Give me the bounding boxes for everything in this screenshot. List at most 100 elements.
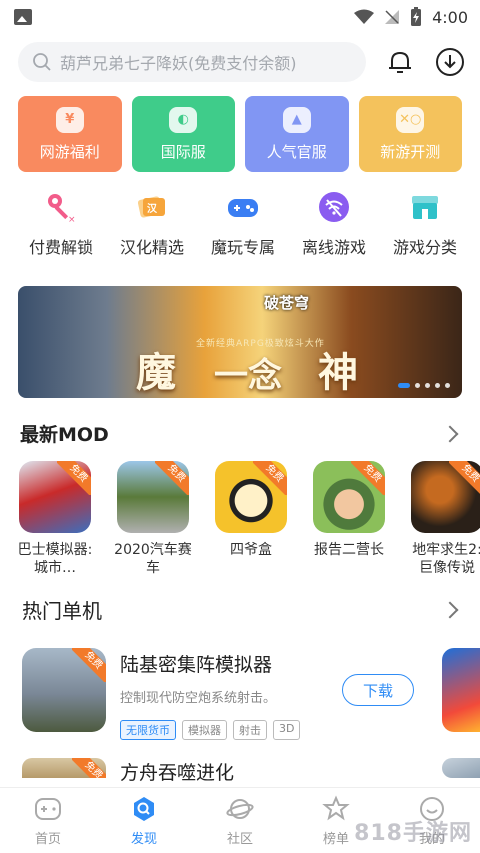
search-input[interactable]: 葫芦兄弟七子降妖(免费支付余额) — [18, 42, 366, 82]
tag: 3D — [273, 720, 301, 740]
tile-label: 网游福利 — [39, 142, 100, 161]
section-title: 热门单机 — [22, 599, 102, 623]
search-placeholder: 葫芦兄弟七子降妖(免费支付余额) — [60, 54, 297, 73]
pagination-dot — [425, 383, 430, 388]
mod-name: 巴士模拟器:城市… — [17, 542, 93, 576]
nav-discover[interactable]: 发现 — [104, 794, 184, 847]
fire-icon: ▲ — [282, 106, 311, 133]
banner-char-1: 魔 — [136, 349, 176, 396]
nav-label: 发现 — [130, 832, 157, 847]
mod-item[interactable]: 免费 地牢求生2:巨像传说 — [410, 461, 480, 577]
promo-banner[interactable]: 破苍穹 全新经典ARPG极致炫斗大作 魔 一念 神 — [18, 286, 462, 398]
pagination-dot — [398, 383, 410, 388]
mod-name: 地牢求生2:巨像传说 — [412, 542, 480, 576]
section-header-hot-single[interactable]: 热门单机 — [0, 595, 480, 624]
game-icon: 免费 — [22, 758, 106, 778]
svg-text:×: × — [68, 215, 76, 224]
ranking-icon — [321, 794, 351, 824]
search-icon — [33, 53, 51, 71]
tag: 无限货币 — [120, 720, 176, 740]
status-bar: 4:00 — [0, 0, 480, 34]
category-chinese-select[interactable]: 汉 汉化精选 — [111, 190, 193, 258]
battery-charging-icon — [411, 7, 422, 26]
section-title: 最新MOD — [20, 424, 109, 446]
wifi-icon — [354, 9, 375, 24]
category-label: 付费解锁 — [28, 238, 93, 257]
free-badge: 免费 — [351, 461, 385, 495]
svg-text:汉: 汉 — [147, 202, 158, 215]
tag: 射击 — [233, 720, 267, 740]
category-label: 魔玩专属 — [210, 238, 275, 257]
category-game-categories[interactable]: 游戏分类 — [384, 190, 466, 258]
tile-label: 人气官服 — [266, 142, 327, 161]
bell-icon[interactable] — [384, 46, 416, 78]
category-row: × 付费解锁 汉 汉化精选 魔玩专属 离线游戏 游戏分类 — [0, 172, 480, 258]
mod-item[interactable]: 免费 报告二营长 — [312, 461, 386, 577]
nav-community[interactable]: 社区 — [200, 794, 280, 847]
mod-item[interactable]: 免费 2020汽车赛车 — [114, 461, 192, 577]
top-bar: 葫芦兄弟七子降妖(免费支付余额) — [0, 34, 480, 84]
app-title: 陆基密集阵模拟器 — [120, 654, 273, 676]
game-icon: 免费 — [117, 461, 189, 533]
controller-icon — [226, 190, 260, 224]
pagination-dot — [435, 383, 440, 388]
free-badge: 免费 — [253, 461, 287, 495]
nav-home[interactable]: 首页 — [8, 794, 88, 847]
free-badge: 免费 — [449, 461, 480, 495]
free-badge: 免费 — [57, 461, 91, 495]
tile-new-games[interactable]: ✕○ 新游开测 — [358, 96, 462, 172]
image-icon — [14, 9, 32, 25]
free-badge: 免费 — [72, 758, 106, 778]
mod-list: 免费 巴士模拟器:城市… 免费 2020汽车赛车 免费 四爷盒 免费 报告二营长… — [0, 447, 480, 577]
bottom-navigation: 首页 发现 社区 榜单 我的 818手游网 — [0, 787, 480, 853]
planet-icon — [225, 794, 255, 824]
nav-label: 首页 — [34, 832, 61, 847]
category-paid-unlock[interactable]: × 付费解锁 — [20, 190, 102, 258]
category-label: 离线游戏 — [301, 238, 366, 257]
home-gamepad-icon — [33, 794, 63, 824]
pagination-dot — [445, 383, 450, 388]
mod-name: 2020汽车赛车 — [114, 542, 192, 576]
store-icon — [408, 190, 442, 224]
mod-item[interactable]: 免费 四爷盒 — [214, 461, 288, 577]
game-icon: 免费 — [313, 461, 385, 533]
section-header-latest-mod[interactable]: 最新MOD — [0, 420, 480, 447]
category-mowan-exclusive[interactable]: 魔玩专属 — [202, 190, 284, 258]
chevron-right-icon[interactable] — [441, 601, 459, 618]
chevron-right-icon[interactable] — [441, 425, 459, 442]
mod-name: 四爷盒 — [230, 542, 272, 558]
app-description: 控制现代防空炮系统射击。 — [120, 691, 277, 706]
app-info: 陆基密集阵模拟器 控制现代防空炮系统射击。 无限货币 模拟器 射击 3D — [120, 648, 480, 740]
free-badge: 免费 — [72, 648, 106, 682]
banner-pagination — [398, 383, 450, 388]
next-game-preview[interactable] — [442, 758, 480, 778]
category-offline-games[interactable]: 离线游戏 — [293, 190, 375, 258]
globe-icon: ◐ — [169, 106, 198, 133]
banner-logo: 破苍穹 — [264, 294, 310, 312]
feature-tiles: ¥ 网游福利 ◐ 国际服 ▲ 人气官服 ✕○ 新游开测 — [0, 84, 480, 172]
chinese-badge-icon: 汉 — [135, 190, 169, 224]
tile-online-welfare[interactable]: ¥ 网游福利 — [18, 96, 122, 172]
app-title: 方舟吞噬进化 — [120, 762, 235, 784]
nav-label: 榜单 — [322, 832, 349, 847]
app-info: 方舟吞噬进化 — [120, 758, 480, 785]
tile-popular-official[interactable]: ▲ 人气官服 — [245, 96, 349, 172]
game-icon: 免费 — [22, 648, 106, 732]
app-tags: 无限货币 模拟器 射击 3D — [120, 720, 480, 740]
game-icon: 免费 — [411, 461, 480, 533]
tile-label: 国际服 — [160, 142, 206, 161]
mod-item[interactable]: 免费 巴士模拟器:城市… — [18, 461, 92, 577]
app-list-item[interactable]: 免费 陆基密集阵模拟器 控制现代防空炮系统射击。 无限货币 模拟器 射击 3D … — [0, 648, 480, 740]
download-icon[interactable] — [434, 46, 466, 78]
app-list-item[interactable]: 免费 方舟吞噬进化 — [0, 758, 480, 785]
banner-char-3: 神 — [318, 349, 358, 396]
next-game-preview[interactable] — [442, 648, 480, 732]
pagination-dot — [415, 383, 420, 388]
tile-international[interactable]: ◐ 国际服 — [131, 96, 235, 172]
game-icon: 免费 — [19, 461, 91, 533]
signal-icon — [385, 10, 400, 24]
tile-label: 新游开测 — [380, 142, 441, 161]
no-wifi-icon — [317, 190, 351, 224]
site-watermark: 818手游网 — [354, 821, 472, 846]
download-button[interactable]: 下载 — [342, 674, 414, 706]
